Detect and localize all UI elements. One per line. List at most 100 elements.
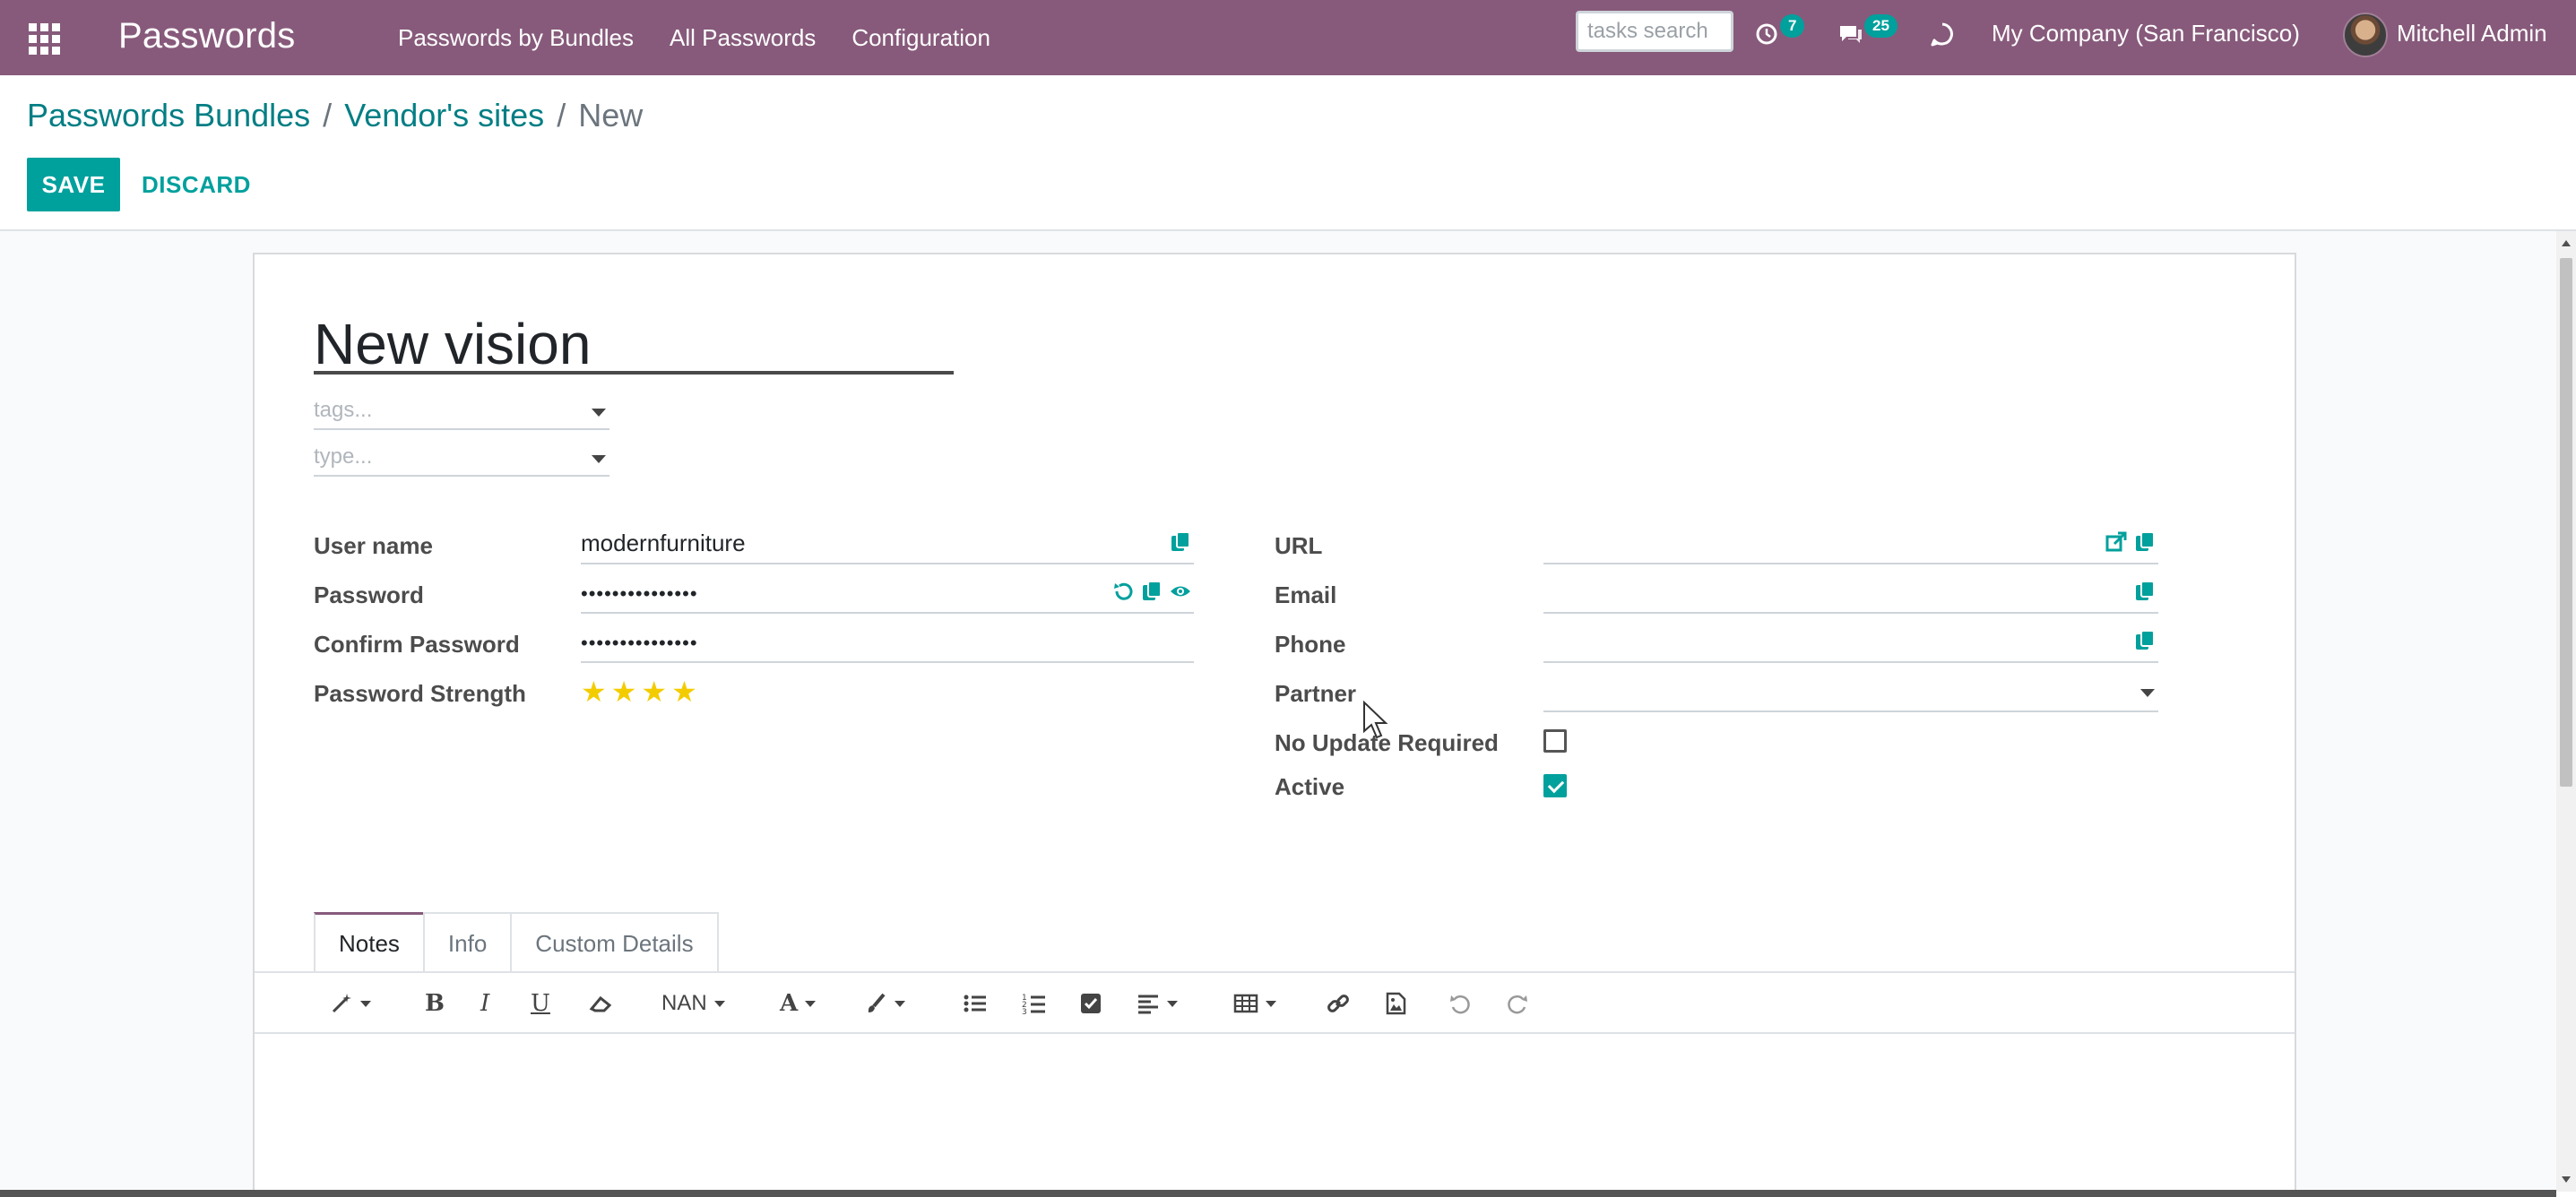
tab-info[interactable]: Info <box>422 912 513 973</box>
chevron-down-icon[interactable] <box>2140 689 2155 697</box>
activity-count-badge: 7 <box>1780 14 1805 38</box>
breadcrumb-separator: / <box>557 97 566 133</box>
active-label: Active <box>1275 773 1345 800</box>
table-dropdown[interactable] <box>1233 989 1276 1018</box>
messages-button[interactable]: 25 <box>1837 14 1897 52</box>
tags-placeholder: tags... <box>314 398 373 422</box>
paint-brush-icon <box>868 993 886 1012</box>
bullet-list-button[interactable] <box>963 989 988 1018</box>
editor-toolbar: B I U NAN A 123 <box>255 973 2295 1034</box>
menu-item-all-passwords[interactable]: All Passwords <box>670 24 816 52</box>
messages-count-badge: 25 <box>1864 14 1897 38</box>
tasks-search-input[interactable]: tasks search <box>1576 11 1733 52</box>
email-label: Email <box>1275 581 1337 608</box>
refresh-chat-icon <box>1931 22 1953 47</box>
tags-field[interactable]: tags... <box>314 394 609 430</box>
copy-icon[interactable] <box>2133 629 2157 652</box>
url-field[interactable] <box>1543 527 2158 564</box>
copy-icon[interactable] <box>1140 580 1163 603</box>
active-checkbox[interactable] <box>1543 774 1567 797</box>
star-icon: ★ <box>581 676 607 708</box>
top-navbar: Passwords Passwords by Bundles All Passw… <box>0 0 2576 75</box>
email-field[interactable] <box>1543 576 2158 614</box>
company-switcher[interactable]: My Company (San Francisco) <box>1992 20 2300 47</box>
activity-button[interactable]: 7 <box>1755 14 1805 52</box>
style-dropdown[interactable] <box>330 989 371 1018</box>
link-icon <box>1327 995 1349 1012</box>
link-button[interactable] <box>1327 989 1350 1018</box>
main-menu: Passwords by Bundles All Passwords Confi… <box>398 0 1026 75</box>
vertical-scrollbar[interactable] <box>2556 231 2576 1192</box>
app-menu-icon[interactable] <box>27 22 60 55</box>
chevron-down-icon <box>895 1000 905 1007</box>
notebook-tabs: Notes Info Custom Details <box>314 912 719 973</box>
scroll-down-arrow-icon[interactable] <box>2562 1176 2571 1183</box>
user-name-field[interactable]: modernfurniture <box>581 527 1194 564</box>
star-icon: ★ <box>610 676 637 708</box>
generate-password-icon[interactable] <box>1111 580 1135 603</box>
breadcrumb-current: New <box>578 97 644 133</box>
menu-item-configuration[interactable]: Configuration <box>851 24 990 52</box>
breadcrumb-separator: / <box>323 97 333 133</box>
avatar[interactable] <box>2343 13 2388 57</box>
type-field[interactable]: type... <box>314 441 609 477</box>
undo-icon <box>1450 995 1470 1014</box>
external-link-icon[interactable] <box>2105 530 2128 554</box>
eraser-button[interactable] <box>588 989 613 1018</box>
user-name-label: User name <box>314 532 433 559</box>
copy-icon[interactable] <box>2133 530 2157 554</box>
tab-notes[interactable]: Notes <box>314 912 425 973</box>
chevron-down-icon <box>805 1000 817 1007</box>
italic-button[interactable]: I <box>480 989 489 1018</box>
type-placeholder: type... <box>314 444 373 469</box>
chevron-down-icon[interactable] <box>592 409 606 417</box>
notes-editor-area[interactable] <box>255 1036 2295 1197</box>
breadcrumb-passwords-bundles[interactable]: Passwords Bundles <box>27 97 310 134</box>
align-left-icon <box>1138 995 1158 1014</box>
paragraph-align-dropdown[interactable] <box>1137 989 1178 1018</box>
form-sheet: New vision tags... type... User name mod… <box>253 253 2296 1197</box>
tab-custom-details[interactable]: Custom Details <box>510 912 719 973</box>
magic-wand-icon <box>332 994 351 1013</box>
underline-button[interactable]: U <box>531 989 550 1018</box>
clock-icon <box>1756 23 1777 45</box>
undo-button[interactable] <box>1448 989 1472 1018</box>
name-input[interactable]: New vision <box>314 314 954 375</box>
bold-button[interactable]: B <box>425 989 445 1018</box>
voip-button[interactable] <box>1929 16 1956 52</box>
svg-text:3: 3 <box>1022 1008 1027 1015</box>
redo-button[interactable] <box>1506 989 1529 1018</box>
menu-item-passwords-by-bundles[interactable]: Passwords by Bundles <box>398 24 634 52</box>
copy-icon[interactable] <box>1169 530 1192 554</box>
discard-button[interactable]: DISCARD <box>142 158 251 211</box>
numbered-list-button[interactable]: 123 <box>1022 989 1047 1018</box>
chevron-down-icon[interactable] <box>592 455 606 463</box>
save-button[interactable]: SAVE <box>27 158 120 211</box>
font-size-dropdown[interactable]: NAN <box>661 989 725 1018</box>
partner-field[interactable] <box>1543 675 2158 712</box>
background-color-dropdown[interactable] <box>864 989 905 1018</box>
password-strength-label: Password Strength <box>314 680 526 707</box>
breadcrumb: Passwords Bundles / Vendor's sites / New <box>27 97 643 134</box>
checklist-button[interactable] <box>1079 989 1102 1018</box>
breadcrumb-vendors-sites[interactable]: Vendor's sites <box>344 97 544 134</box>
image-button[interactable] <box>1384 989 1407 1018</box>
partner-label: Partner <box>1275 680 1357 707</box>
eye-icon[interactable] <box>1169 580 1192 603</box>
user-menu[interactable]: Mitchell Admin <box>2397 20 2547 47</box>
chat-icon <box>1840 26 1862 43</box>
phone-field[interactable] <box>1543 625 2158 663</box>
scroll-up-arrow-icon[interactable] <box>2562 240 2571 246</box>
text-color-dropdown[interactable]: A <box>780 989 817 1018</box>
checkbox-icon <box>1081 994 1101 1013</box>
chevron-down-icon <box>1266 1000 1276 1007</box>
copy-icon[interactable] <box>2133 580 2157 603</box>
password-value: ••••••••••••••• <box>581 582 698 605</box>
bullet-list-icon <box>964 995 986 1012</box>
no-update-required-checkbox[interactable] <box>1543 729 1567 753</box>
confirm-password-field[interactable]: ••••••••••••••• <box>581 625 1194 663</box>
confirm-password-value: ••••••••••••••• <box>581 632 698 654</box>
app-brand[interactable]: Passwords <box>118 13 295 59</box>
password-field[interactable]: ••••••••••••••• <box>581 576 1194 614</box>
scroll-thumb[interactable] <box>2560 258 2572 787</box>
